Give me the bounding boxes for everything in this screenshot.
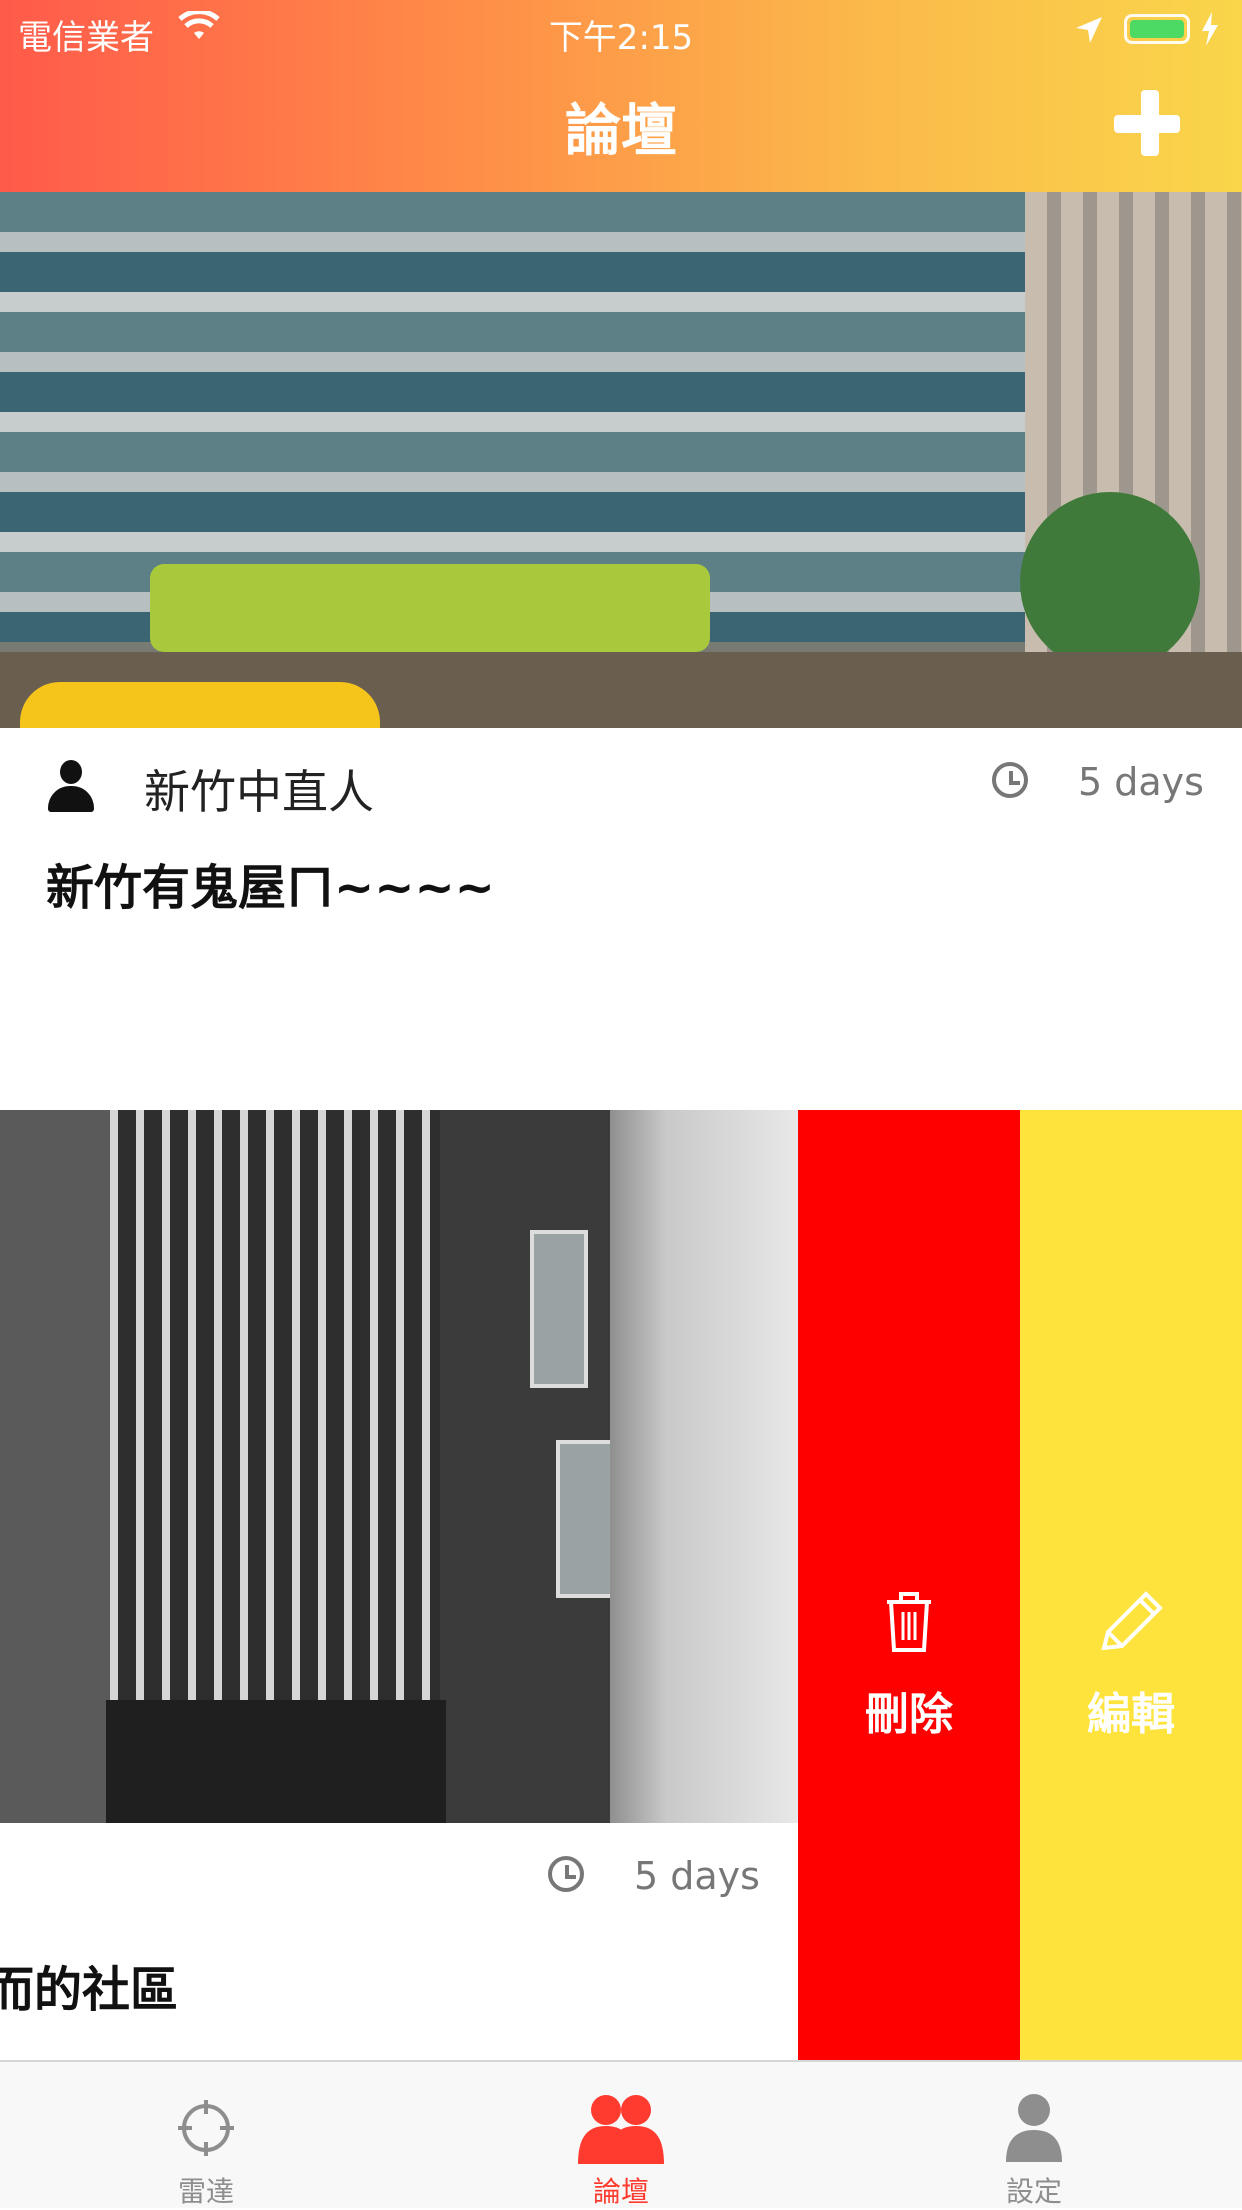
trash-icon xyxy=(887,1592,931,1652)
edit-button[interactable]: 編輯 xyxy=(1020,1110,1242,2060)
status-time: 下午2:15 xyxy=(548,18,694,58)
nav-header: 電信業者 下午2:15 論壇 xyxy=(0,0,1242,192)
add-post-button[interactable] xyxy=(1110,86,1190,166)
charging-icon xyxy=(1200,12,1220,55)
post-card[interactable]: 5 days 而的社區 xyxy=(0,1110,798,2060)
tab-forum[interactable]: 論壇 xyxy=(521,2062,721,2210)
clock-icon xyxy=(992,762,1028,798)
crosshair-icon xyxy=(178,2100,234,2156)
post-time: 5 days xyxy=(1078,760,1204,804)
tab-radar[interactable]: 雷達 xyxy=(106,2062,306,2210)
post-title: 新竹有鬼屋ㄇ~~~~ xyxy=(46,860,495,916)
post-time: 5 days xyxy=(634,1854,760,1898)
tab-settings[interactable]: 設定 xyxy=(934,2062,1134,2210)
pencil-icon xyxy=(1101,1591,1163,1651)
tab-bar: 雷達 論壇 設定 xyxy=(0,2060,1242,2208)
people-icon xyxy=(578,2095,664,2164)
delete-label: 刪除 xyxy=(865,1689,953,1740)
edit-label: 編輯 xyxy=(1087,1689,1175,1740)
delete-button[interactable]: 刪除 xyxy=(798,1110,1020,2060)
post-image[interactable] xyxy=(0,192,1242,728)
tab-label: 雷達 xyxy=(177,2175,234,2208)
tab-label: 設定 xyxy=(1005,2175,1062,2208)
status-bar: 電信業者 下午2:15 xyxy=(0,0,1242,60)
battery-icon xyxy=(1124,14,1190,44)
post-author: 新竹中直人 xyxy=(144,765,374,819)
post-image xyxy=(0,1110,798,1823)
location-icon xyxy=(1074,14,1104,54)
page-title: 論壇 xyxy=(565,99,677,164)
post-title: 而的社區 xyxy=(0,1962,179,2018)
tab-label: 論壇 xyxy=(592,2175,649,2208)
person-icon xyxy=(1006,2094,1062,2162)
person-icon xyxy=(48,760,94,812)
clock-icon xyxy=(548,1856,584,1892)
